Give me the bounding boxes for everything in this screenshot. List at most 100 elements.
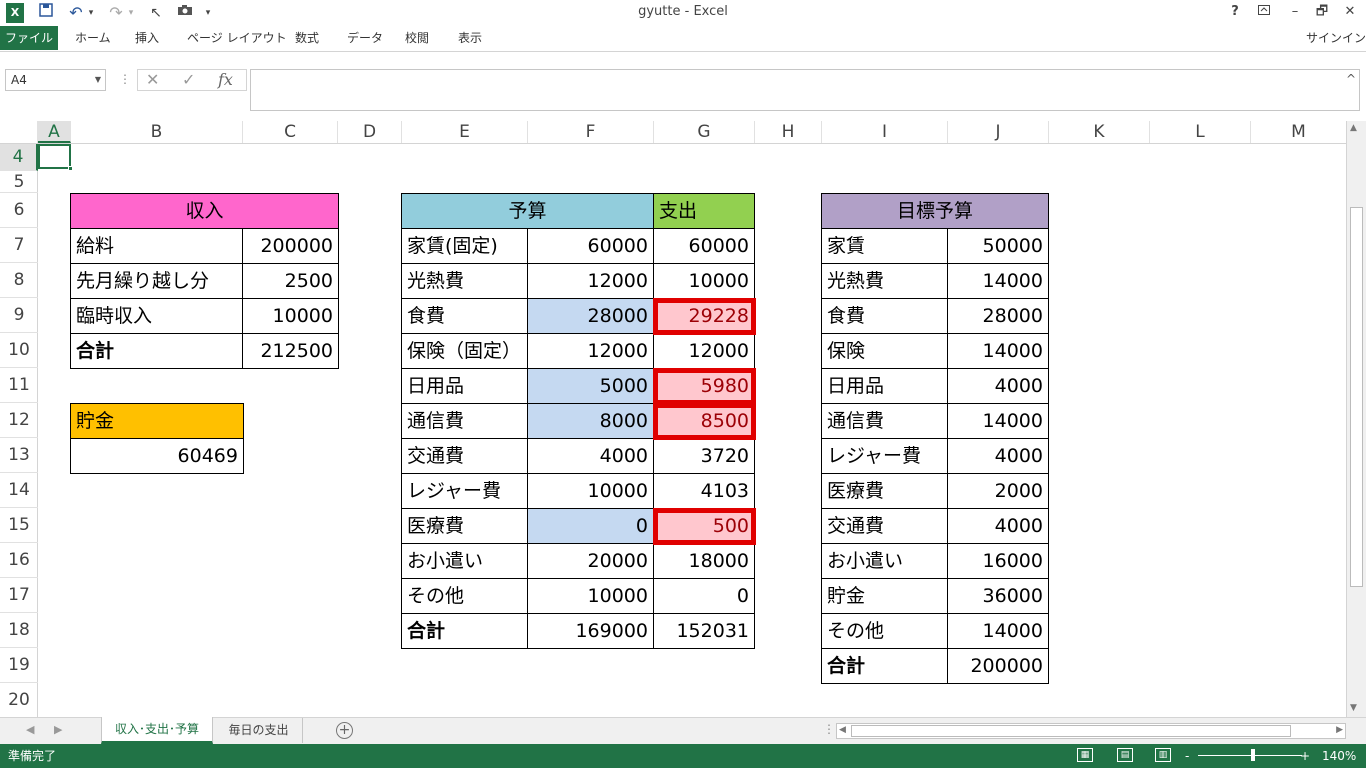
income-total-label[interactable]: 合計 (70, 333, 243, 369)
budget-value[interactable]: 10000 (527, 578, 654, 614)
add-sheet-icon[interactable]: + (336, 722, 353, 739)
row-header[interactable]: 9 (0, 298, 38, 333)
expense-value[interactable]: 12000 (653, 333, 755, 369)
tab-review[interactable]: 校閲 (405, 26, 429, 50)
income-value[interactable]: 10000 (242, 298, 339, 334)
minimize-button[interactable]: – (1284, 2, 1306, 22)
zoom-in-button[interactable]: + (1300, 744, 1310, 768)
budget-label[interactable]: 食費 (401, 298, 528, 334)
income-label[interactable]: 先月繰り越し分 (70, 263, 243, 299)
row-header[interactable]: 8 (0, 263, 38, 298)
expense-header[interactable]: 支出 (653, 193, 755, 229)
target-label[interactable]: 通信費 (821, 403, 948, 439)
row-header[interactable]: 18 (0, 613, 38, 648)
page-break-view-icon[interactable]: ▥ (1155, 748, 1171, 762)
target-label[interactable]: 交通費 (821, 508, 948, 544)
row-header[interactable]: 15 (0, 508, 38, 543)
target-label[interactable]: 家賃 (821, 228, 948, 264)
row-header[interactable]: 14 (0, 473, 38, 508)
sheet-tab-daily-expense[interactable]: 毎日の支出 (215, 718, 303, 743)
target-value[interactable]: 14000 (947, 403, 1049, 439)
budget-label[interactable]: その他 (401, 578, 528, 614)
zoom-level[interactable]: 140% (1322, 744, 1356, 768)
zoom-out-button[interactable]: - (1185, 744, 1189, 768)
page-layout-view-icon[interactable]: ▤ (1117, 748, 1133, 762)
row-header[interactable]: 12 (0, 403, 38, 438)
horizontal-scroll-thumb[interactable] (851, 725, 1291, 737)
tab-file[interactable]: ファイル (0, 26, 58, 50)
worksheet-grid[interactable]: 収入 給料 200000 先月繰り越し分 2500 臨時収入 10000 合計 2125… (38, 144, 1346, 717)
target-value[interactable]: 50000 (947, 228, 1049, 264)
vertical-scrollbar[interactable]: ▲ ▼ (1346, 121, 1366, 717)
budget-value[interactable]: 0 (527, 508, 654, 544)
scroll-down-icon[interactable]: ▼ (1350, 703, 1357, 713)
expense-value[interactable]: 4103 (653, 473, 755, 509)
column-header[interactable]: A (38, 121, 71, 143)
select-all-corner[interactable] (0, 121, 38, 143)
budget-value[interactable]: 20000 (527, 543, 654, 579)
next-sheet-icon[interactable]: ▶ (54, 723, 62, 736)
vertical-scroll-thumb[interactable] (1350, 207, 1363, 587)
target-label[interactable]: 日用品 (821, 368, 948, 404)
target-label[interactable]: 保険 (821, 333, 948, 369)
budget-label[interactable]: 日用品 (401, 368, 528, 404)
budget-total-value[interactable]: 169000 (527, 613, 654, 649)
target-label[interactable]: 貯金 (821, 578, 948, 614)
active-cell-a4[interactable] (38, 144, 73, 171)
tab-formulas[interactable]: 数式 (295, 26, 319, 50)
row-header[interactable]: 13 (0, 438, 38, 473)
income-label[interactable]: 臨時収入 (70, 298, 243, 334)
expense-value[interactable]: 18000 (653, 543, 755, 579)
close-button[interactable]: ✕ (1339, 2, 1361, 22)
budget-label[interactable]: 交通費 (401, 438, 528, 474)
expense-total-value[interactable]: 152031 (653, 613, 755, 649)
target-total-label[interactable]: 合計 (821, 648, 948, 684)
row-header[interactable]: 17 (0, 578, 38, 613)
target-label[interactable]: 食費 (821, 298, 948, 334)
tab-view[interactable]: 表示 (458, 26, 482, 50)
savings-header[interactable]: 貯金 (70, 403, 244, 439)
column-header[interactable]: I (822, 121, 948, 143)
budget-value[interactable]: 28000 (527, 298, 654, 334)
income-value[interactable]: 2500 (242, 263, 339, 299)
row-header[interactable]: 19 (0, 648, 38, 683)
scroll-left-icon[interactable]: ◀ (839, 725, 846, 735)
column-header[interactable]: C (243, 121, 338, 143)
budget-label[interactable]: 医療費 (401, 508, 528, 544)
zoom-slider[interactable] (1198, 755, 1302, 756)
restore-button[interactable]: 🗗 (1311, 2, 1333, 22)
row-header[interactable]: 10 (0, 333, 38, 368)
target-label[interactable]: 医療費 (821, 473, 948, 509)
scroll-right-icon[interactable]: ▶ (1336, 725, 1343, 735)
target-value[interactable]: 4000 (947, 508, 1049, 544)
budget-value[interactable]: 12000 (527, 263, 654, 299)
grip-icon[interactable]: ⋮ (119, 72, 131, 86)
target-value[interactable]: 4000 (947, 368, 1049, 404)
income-header[interactable]: 収入 (70, 193, 339, 229)
zoom-slider-knob[interactable] (1251, 749, 1255, 761)
target-value[interactable]: 4000 (947, 438, 1049, 474)
savings-value[interactable]: 60469 (70, 438, 244, 474)
row-header[interactable]: 16 (0, 543, 38, 578)
prev-sheet-icon[interactable]: ◀ (26, 723, 34, 736)
target-value[interactable]: 16000 (947, 543, 1049, 579)
column-header[interactable]: B (71, 121, 243, 143)
formula-input[interactable] (250, 69, 1360, 111)
expense-over-budget[interactable]: 29228 (652, 297, 756, 335)
target-value[interactable]: 14000 (947, 263, 1049, 299)
sign-in-link[interactable]: サインイン (1306, 26, 1366, 50)
expense-over-budget[interactable]: 5980 (652, 367, 756, 405)
target-label[interactable]: その他 (821, 613, 948, 649)
horizontal-scrollbar[interactable]: ◀ ▶ (836, 723, 1346, 739)
income-label[interactable]: 給料 (70, 228, 243, 264)
column-header[interactable]: G (654, 121, 755, 143)
target-value[interactable]: 14000 (947, 333, 1049, 369)
column-header[interactable]: E (402, 121, 528, 143)
income-total-value[interactable]: 212500 (242, 333, 339, 369)
normal-view-icon[interactable]: ▦ (1077, 748, 1093, 762)
target-label[interactable]: レジャー費 (821, 438, 948, 474)
column-header[interactable]: K (1049, 121, 1150, 143)
target-total-value[interactable]: 200000 (947, 648, 1049, 684)
budget-value[interactable]: 12000 (527, 333, 654, 369)
budget-total-label[interactable]: 合計 (401, 613, 528, 649)
